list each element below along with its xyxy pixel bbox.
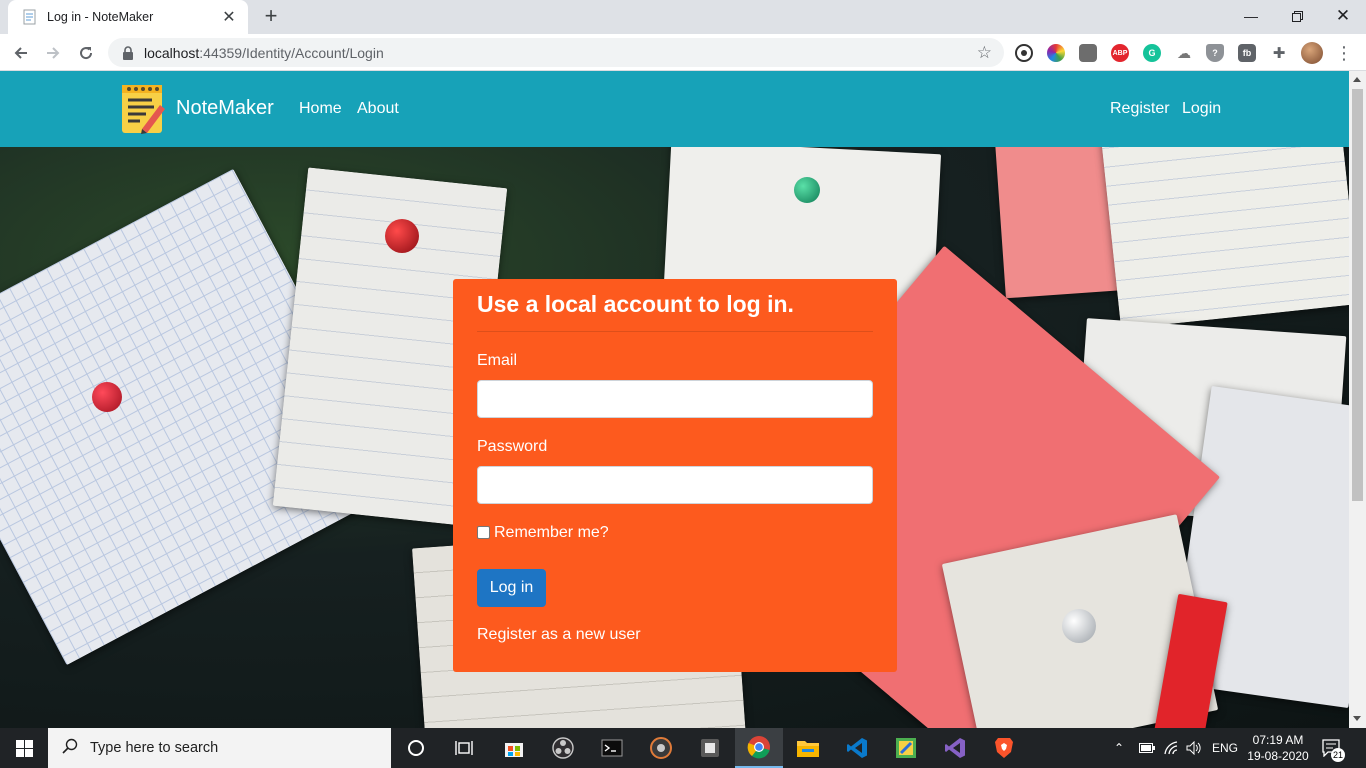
password-label: Password: [477, 438, 548, 455]
forward-icon[interactable]: [40, 40, 66, 66]
windows-taskbar: Type here to search ⌃ ENG 07:19 AM 19-08…: [0, 728, 1366, 768]
terminal-icon[interactable]: [588, 728, 636, 768]
record-icon[interactable]: [1015, 44, 1033, 62]
color-wheel-icon[interactable]: [1047, 44, 1065, 62]
visual-studio-icon[interactable]: [931, 728, 979, 768]
new-tab-icon[interactable]: +: [259, 5, 283, 29]
adblock-icon[interactable]: ABP: [1111, 44, 1129, 62]
grammarly-icon[interactable]: G: [1143, 44, 1161, 62]
heading-divider: [477, 331, 873, 332]
show-hidden-icons-icon[interactable]: ⌃: [1114, 728, 1124, 768]
notification-count-badge: 21: [1331, 748, 1345, 762]
action-center-icon[interactable]: 21: [1322, 728, 1345, 768]
reload-icon[interactable]: [73, 40, 99, 66]
tab-strip: Log in - NoteMaker ✕ + — ✕: [0, 0, 1366, 34]
page-viewport: NoteMaker Home About Register Login Use …: [0, 71, 1349, 728]
browser-toolbar: localhost:44359/Identity/Account/Login ☆…: [0, 34, 1366, 71]
xd-app-icon[interactable]: [882, 728, 930, 768]
site-navbar: NoteMaker Home About Register Login: [0, 71, 1349, 147]
green-pushpin-icon: [794, 177, 820, 203]
password-field[interactable]: [477, 466, 873, 504]
volume-icon[interactable]: [1186, 728, 1202, 768]
clock[interactable]: 07:19 AM 19-08-2020: [1246, 728, 1310, 768]
register-new-user-link[interactable]: Register as a new user: [477, 626, 641, 644]
cloud-icon[interactable]: ☁: [1175, 44, 1193, 62]
taskbar-search-box[interactable]: Type here to search: [48, 728, 391, 768]
profile-avatar[interactable]: [1301, 42, 1323, 64]
chrome-icon[interactable]: [735, 728, 783, 768]
page-favicon-icon: [22, 9, 38, 25]
task-view-icon[interactable]: [440, 728, 488, 768]
nav-login-link[interactable]: Login: [1182, 100, 1221, 118]
clock-date: 19-08-2020: [1247, 749, 1309, 763]
windows-start-icon[interactable]: [0, 728, 48, 768]
scroll-down-icon[interactable]: [1353, 716, 1361, 721]
tab-close-icon[interactable]: ✕: [220, 7, 238, 27]
bookmark-star-icon[interactable]: ☆: [977, 43, 992, 63]
back-icon[interactable]: [8, 40, 34, 66]
tab-title: Log in - NoteMaker: [47, 10, 154, 24]
nav-about-link[interactable]: About: [357, 100, 399, 118]
lined-note-top-right: [1100, 147, 1349, 329]
background-photo: Use a local account to log in. Email Pas…: [0, 147, 1349, 728]
language-indicator[interactable]: ENG: [1212, 728, 1238, 768]
fb-icon[interactable]: fb: [1238, 44, 1256, 62]
address-bar[interactable]: localhost:44359/Identity/Account/Login ☆: [108, 38, 1004, 67]
white-pushpin-icon: [1062, 609, 1096, 643]
brave-icon[interactable]: [980, 728, 1028, 768]
email-label: Email: [477, 352, 518, 369]
puzzle-icon[interactable]: ✚: [1270, 44, 1288, 62]
nav-register-link[interactable]: Register: [1110, 100, 1170, 118]
minimize-icon[interactable]: —: [1228, 0, 1274, 32]
wifi-icon[interactable]: [1164, 728, 1180, 768]
url-text: localhost:44359/Identity/Account/Login: [144, 44, 384, 61]
scrollbar-thumb[interactable]: [1352, 89, 1363, 501]
notemaker-logo-icon[interactable]: [120, 83, 166, 134]
clock-time: 07:19 AM: [1252, 733, 1304, 747]
file-explorer-icon[interactable]: [784, 728, 832, 768]
nav-home-link[interactable]: Home: [299, 100, 342, 118]
email-field[interactable]: [477, 380, 873, 418]
red-pushpin-icon: [92, 382, 122, 412]
lock-icon[interactable]: [122, 45, 136, 60]
cortana-icon[interactable]: [392, 728, 440, 768]
login-heading: Use a local account to log in.: [477, 291, 794, 317]
scroll-up-icon[interactable]: [1353, 77, 1361, 82]
obs-icon[interactable]: [539, 728, 587, 768]
remember-me-checkbox[interactable]: [477, 526, 490, 539]
media-player-icon[interactable]: [637, 728, 685, 768]
login-card: Use a local account to log in. Email Pas…: [453, 279, 897, 672]
search-placeholder: Type here to search: [90, 740, 219, 756]
red-pushpin-icon: [385, 219, 419, 253]
brand-name[interactable]: NoteMaker: [176, 97, 274, 120]
briefcase-icon[interactable]: [1079, 44, 1097, 62]
search-icon: [62, 738, 78, 759]
menu-kebab-icon[interactable]: ⋮: [1331, 40, 1357, 66]
app-tile-icon[interactable]: [686, 728, 734, 768]
window-close-icon[interactable]: ✕: [1320, 0, 1366, 32]
remember-me-label[interactable]: Remember me?: [494, 524, 609, 542]
login-button[interactable]: Log in: [477, 569, 546, 607]
restore-icon[interactable]: [1274, 0, 1320, 32]
page-scrollbar[interactable]: [1349, 71, 1366, 728]
microsoft-store-icon[interactable]: [490, 728, 538, 768]
battery-icon[interactable]: [1139, 728, 1155, 768]
browser-tab[interactable]: Log in - NoteMaker ✕: [8, 0, 248, 34]
shield-icon[interactable]: ?: [1206, 44, 1224, 62]
vscode-icon[interactable]: [833, 728, 881, 768]
